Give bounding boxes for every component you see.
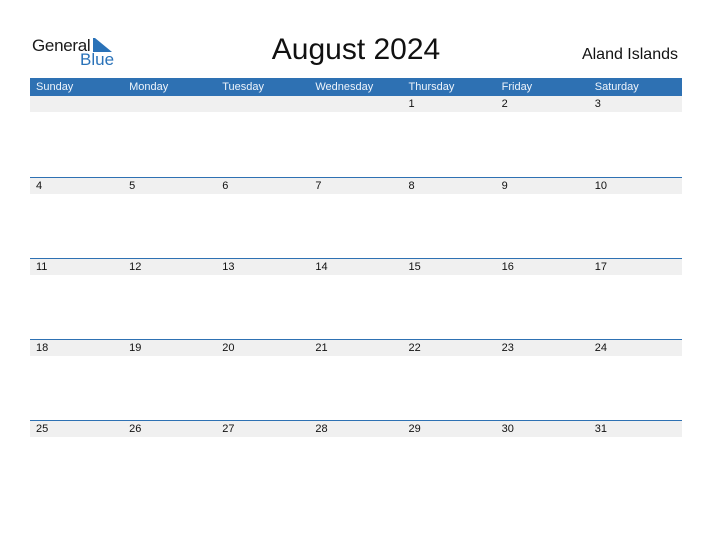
weeks-container: 1 2 3 4 5 6 7 8 9 10 11 12 13 14 15 16 17 18 19 20 21 22 23 24 2… [30, 96, 682, 501]
weekday-monday: Monday [129, 81, 169, 93]
day-cell: 26 [129, 423, 142, 435]
day-cell: 17 [594, 261, 607, 273]
date-strip: 18 19 20 21 22 23 24 [30, 339, 682, 356]
day-cell: 2 [501, 98, 508, 110]
day-cell: 30 [501, 423, 514, 435]
week-row: 1 2 3 [30, 96, 682, 177]
day-cell: 31 [594, 423, 607, 435]
day-cell: 15 [408, 261, 421, 273]
weekday-sunday: Sunday [36, 81, 74, 93]
day-cell: 9 [501, 180, 508, 192]
day-cell: 23 [501, 342, 514, 354]
day-cell [309, 96, 402, 112]
day-cell: 3 [594, 98, 601, 110]
weekday-saturday: Saturday [594, 81, 639, 93]
date-strip: 4 5 6 7 8 9 10 [30, 177, 682, 194]
day-cell: 1 [408, 98, 415, 110]
weekday-friday: Friday [501, 81, 533, 93]
day-cell: 18 [36, 342, 49, 354]
date-strip: 25 26 27 28 29 30 31 [30, 420, 682, 437]
day-cell: 13 [222, 261, 235, 273]
week-row: 11 12 13 14 15 16 17 [30, 258, 682, 339]
weekday-header: Sunday Monday Tuesday Wednesday Thursday… [30, 78, 682, 96]
day-cell: 29 [408, 423, 421, 435]
day-cell: 27 [222, 423, 235, 435]
day-cell: 22 [408, 342, 421, 354]
date-strip: 11 12 13 14 15 16 17 [30, 258, 682, 275]
day-cell [30, 96, 123, 112]
week-row: 18 19 20 21 22 23 24 [30, 339, 682, 420]
day-cell: 5 [129, 180, 136, 192]
day-cell: 14 [315, 261, 328, 273]
day-cell: 11 [36, 261, 48, 273]
date-strip: 1 2 3 [30, 96, 682, 112]
day-cell: 16 [501, 261, 514, 273]
weekday-tuesday: Tuesday [222, 81, 265, 93]
weekday-wednesday: Wednesday [315, 81, 374, 93]
week-row: 25 26 27 28 29 30 31 [30, 420, 682, 501]
day-cell: 21 [315, 342, 328, 354]
day-cell [216, 96, 309, 112]
weekday-thursday: Thursday [408, 81, 455, 93]
day-cell [123, 96, 216, 112]
day-cell: 25 [36, 423, 49, 435]
day-cell: 12 [129, 261, 142, 273]
day-cell: 10 [594, 180, 607, 192]
country-label: Aland Islands [581, 46, 678, 63]
day-cell: 28 [315, 423, 328, 435]
day-cell: 6 [222, 180, 229, 192]
day-cell: 20 [222, 342, 235, 354]
week-row: 4 5 6 7 8 9 10 [30, 177, 682, 258]
day-cell: 19 [129, 342, 142, 354]
day-cell: 8 [408, 180, 415, 192]
day-cell: 7 [315, 180, 322, 192]
day-cell: 24 [594, 342, 607, 354]
day-cell: 4 [36, 180, 43, 192]
calendar-grid: Sunday Monday Tuesday Wednesday Thursday… [30, 78, 682, 501]
